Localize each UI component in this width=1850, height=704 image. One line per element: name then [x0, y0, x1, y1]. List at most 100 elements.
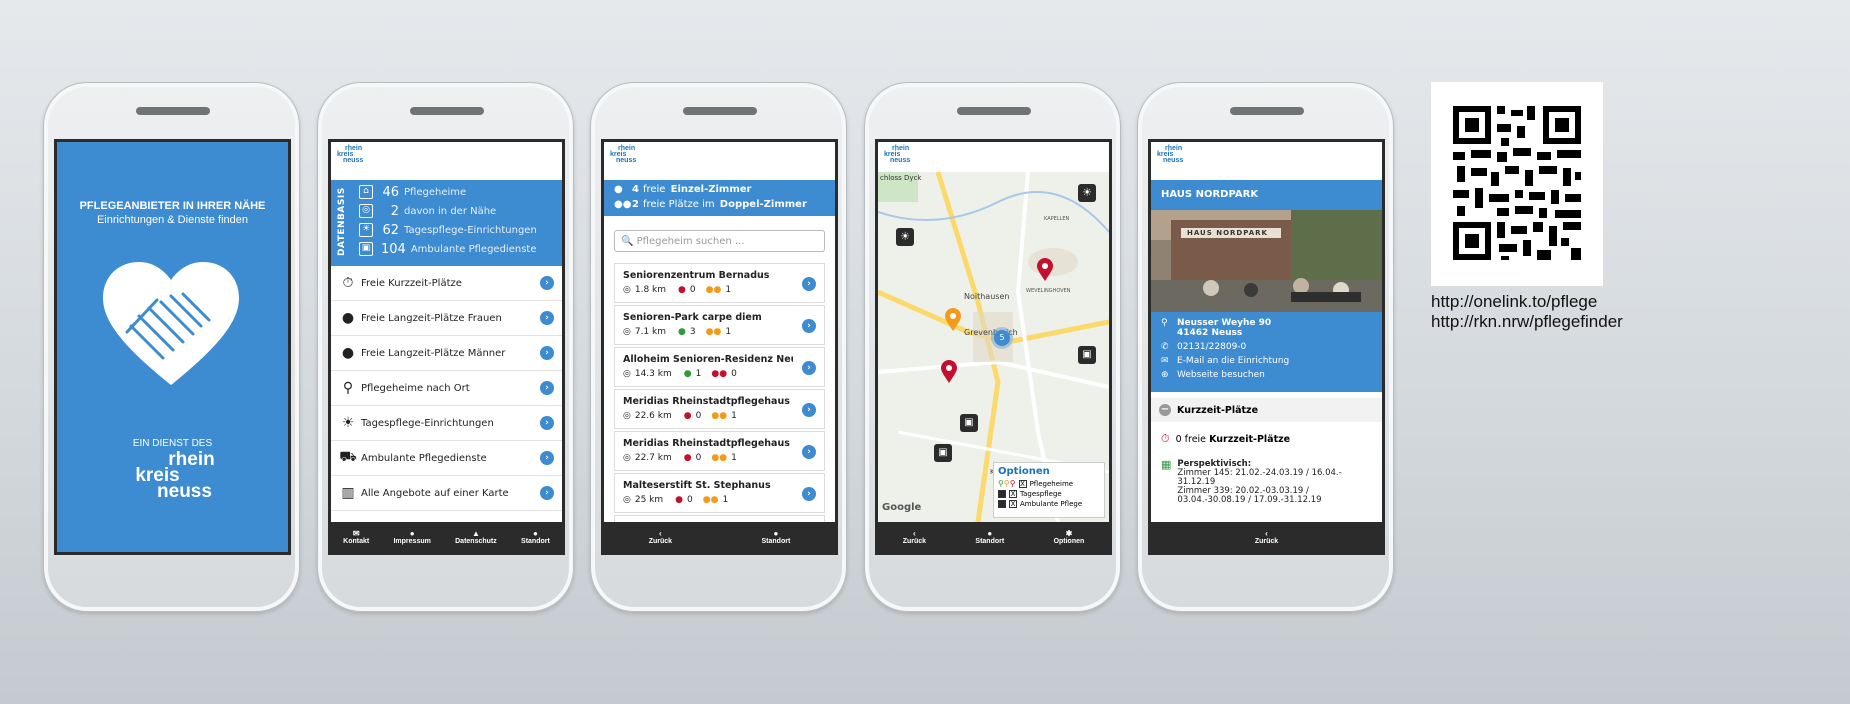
nav-standort[interactable]: ● Standort — [975, 529, 1004, 545]
menu-nach-ort[interactable]: ⚲ Pflegeheime nach Ort › — [331, 371, 562, 406]
option-pflegeheime[interactable]: ⚲⚲⚲ X Pflegeheime — [998, 479, 1100, 488]
list-item[interactable]: Alloheim Senioren-Residenz Neu... ◎ 14.3 k… — [614, 347, 825, 387]
options-title: Optionen — [998, 466, 1050, 477]
map-sun-marker-2[interactable]: ☀ — [896, 228, 914, 246]
nav-standort[interactable]: ● Standort — [521, 529, 550, 545]
menu-tagespflege[interactable]: ☀ Tagespflege-Einrichtungen › — [331, 406, 562, 441]
web-row[interactable]: ⊕ Webseite besuchen — [1161, 370, 1265, 380]
nav-zurueck[interactable]: ‹ Zurück — [903, 529, 926, 545]
option-ambulant[interactable]: X Ambulante Pflege — [998, 500, 1100, 508]
google-watermark: Google — [882, 502, 922, 513]
splash-service-text: EIN DIENST DES — [132, 438, 213, 449]
facility-meta: ◎ 22.6 km ● 0 ●● 1 — [623, 411, 737, 421]
menu-ambulant[interactable]: ⛟ Ambulante Pflegedienste › — [331, 441, 562, 476]
chevron-left-icon: ‹ — [659, 529, 662, 538]
map-view[interactable]: chloss Dyck KAPELLEN Noithausen WEVELING… — [878, 172, 1109, 522]
list-item[interactable]: Meridias Rheinstadtpflegehaus ... ◎ 22.6 k… — [614, 389, 825, 429]
nav-zurueck[interactable]: ‹ Zurück — [1255, 529, 1278, 545]
chevron-right-icon: › — [540, 416, 554, 430]
chevron-right-icon: › — [540, 451, 554, 465]
map-cluster-marker[interactable]: 5 — [994, 330, 1010, 346]
nav-standort[interactable]: ● Standort — [762, 529, 791, 545]
mail-icon: ✉ — [1161, 356, 1169, 366]
qr-code — [1431, 82, 1603, 286]
checkbox[interactable]: X — [1009, 500, 1017, 508]
link-pflegefinder[interactable]: http://rkn.nrw/pflegefinder — [1431, 312, 1623, 332]
datenbasis-panel: DATENBASIS ⌂ 46 Pflegeheime ◎ 2 davon in d… — [331, 180, 562, 266]
facility-title: HAUS NORDPARK — [1151, 180, 1382, 210]
phone-row[interactable]: ✆ 02131/22809-0 — [1161, 342, 1246, 352]
nav-optionen[interactable]: ✱ Optionen — [1054, 529, 1085, 545]
menu-karte[interactable]: ▥ Alle Angebote auf einer Karte › — [331, 476, 562, 511]
map-pin-red-1[interactable] — [1036, 258, 1054, 282]
checkbox[interactable]: X — [1009, 490, 1017, 498]
minus-circle-icon: − — [1159, 404, 1171, 416]
target-icon: ◎ — [623, 453, 631, 463]
nav-kontakt[interactable]: ✉ Kontakt — [343, 529, 369, 545]
bottom-nav: ‹ Zurück — [1151, 522, 1382, 552]
list-item[interactable]: Meridias Rheinstadtpflegehaus ... ◎ 22.7 k… — [614, 431, 825, 471]
facility-meta: ◎ 25 km ● 0 ●● 1 — [623, 495, 729, 505]
chevron-right-icon: › — [802, 277, 816, 291]
persons-icon: ●● — [711, 411, 728, 421]
qr-code-icon — [1431, 82, 1603, 286]
target-icon: ◎ — [623, 411, 631, 421]
splash-title: PFLEGEANBIETER IN IHRER NÄHE — [79, 200, 266, 212]
rhein-kreis-neuss-logo: rhein kreis neuss — [1157, 145, 1184, 164]
stat-ambulant: ▣ 104 Ambulante Pflegedienste — [359, 240, 536, 258]
chevron-right-icon: › — [802, 319, 816, 333]
facility-name: Meridias Rheinstadtpflegehaus ... — [623, 438, 793, 449]
facility-meta: ◎ 7.1 km ● 3 ●● 1 — [623, 327, 732, 337]
sun-icon: ☀ — [341, 415, 355, 431]
stopwatch-icon: ⏱ — [342, 275, 354, 291]
chevron-right-icon: › — [802, 487, 816, 501]
contact-panel: ⚲ Neusser Weyhe 90 41462 Neuss ✆ 02131/228… — [1151, 312, 1382, 392]
rhein-kreis-neuss-logo: rhein kreis neuss — [610, 145, 637, 164]
nav-datenschutz[interactable]: ▲ Datenschutz — [455, 529, 497, 545]
phone-map: rhein kreis neuss chloss Dyck KAPELLEN Noi… — [864, 82, 1121, 612]
splash-brand: rhein kreis neuss — [57, 450, 288, 502]
bottom-nav: ‹ Zurück ● Standort ✱ Optionen — [878, 522, 1109, 552]
kurzzeit-section-header[interactable]: − Kurzzeit-Plätze — [1151, 398, 1382, 422]
menu-kurzzeit[interactable]: ⏱ Freie Kurzzeit-Plätze › — [331, 266, 562, 301]
chevron-right-icon: › — [540, 276, 554, 290]
map-pin-orange[interactable] — [944, 308, 962, 332]
map-label-noithausen: Noithausen — [964, 292, 1010, 301]
menu-langzeit-maenner[interactable]: ● Freie Langzeit-Plätze Männer › — [331, 336, 562, 371]
datenbasis-label: DATENBASIS — [337, 187, 347, 256]
email-row[interactable]: ✉ E-Mail an die Einrichtung — [1161, 356, 1289, 366]
map-pin-red-2[interactable] — [940, 360, 958, 384]
location-icon: ● — [987, 529, 993, 538]
map-car-marker-1[interactable]: ▣ — [1078, 346, 1096, 364]
info-icon: ● — [409, 529, 415, 538]
persons-icon: ●● — [711, 369, 728, 379]
map-car-marker-2[interactable]: ▣ — [960, 414, 978, 432]
facility-meta: ◎ 1.8 km ● 0 ●● 1 — [623, 285, 732, 295]
target-icon: ◎ — [623, 327, 631, 337]
nav-impressum[interactable]: ● Impressum — [393, 529, 430, 545]
menu-langzeit-frauen[interactable]: ● Freie Langzeit-Plätze Frauen › — [331, 301, 562, 336]
person-icon: ● — [683, 369, 692, 379]
option-tagespflege[interactable]: X Tagespflege — [998, 490, 1100, 498]
nav-zurueck[interactable]: ‹ Zurück — [649, 529, 672, 545]
chevron-left-icon: ‹ — [1265, 529, 1268, 538]
map-sun-marker-1[interactable]: ☀ — [1078, 184, 1096, 202]
facility-photo-image — [1151, 210, 1382, 312]
link-onelink[interactable]: http://onelink.to/pflege — [1431, 292, 1623, 312]
splash-subtitle: Einrichtungen & Dienste finden — [96, 214, 249, 226]
list-item[interactable]: Senioren-Park carpe diem ◎ 7.1 km ● 3 ●● 1 › — [614, 305, 825, 345]
map-car-marker-3[interactable]: ▣ — [934, 444, 952, 462]
list-item[interactable]: Malteserstift St. Stephanus ◎ 25 km ● 0 ●● 1 › — [614, 473, 825, 513]
checkbox[interactable]: X — [1018, 479, 1027, 488]
persons-icon: ●● — [705, 285, 722, 295]
list-item[interactable]: Seniorenzentrum Bernadus ◎ 1.8 km ● 0 ●● 1 › — [614, 263, 825, 303]
target-icon: ◎ — [359, 204, 373, 218]
target-icon: ◎ — [623, 369, 631, 379]
search-input[interactable]: 🔍 Pflegeheim suchen ... — [614, 230, 825, 252]
map-options-panel: Optionen ⚲⚲⚲ X Pflegeheime X Tagespflege XA… — [993, 462, 1105, 518]
rhein-kreis-neuss-logo: rhein kreis neuss — [337, 145, 364, 164]
list-screen: rhein kreis neuss ● 4 freie Einzel-Zimmer ●… — [601, 139, 838, 555]
facility-name: Senioren-Park carpe diem — [623, 312, 762, 323]
chevron-right-icon: › — [540, 486, 554, 500]
brand-line-neuss: neuss — [157, 481, 212, 502]
